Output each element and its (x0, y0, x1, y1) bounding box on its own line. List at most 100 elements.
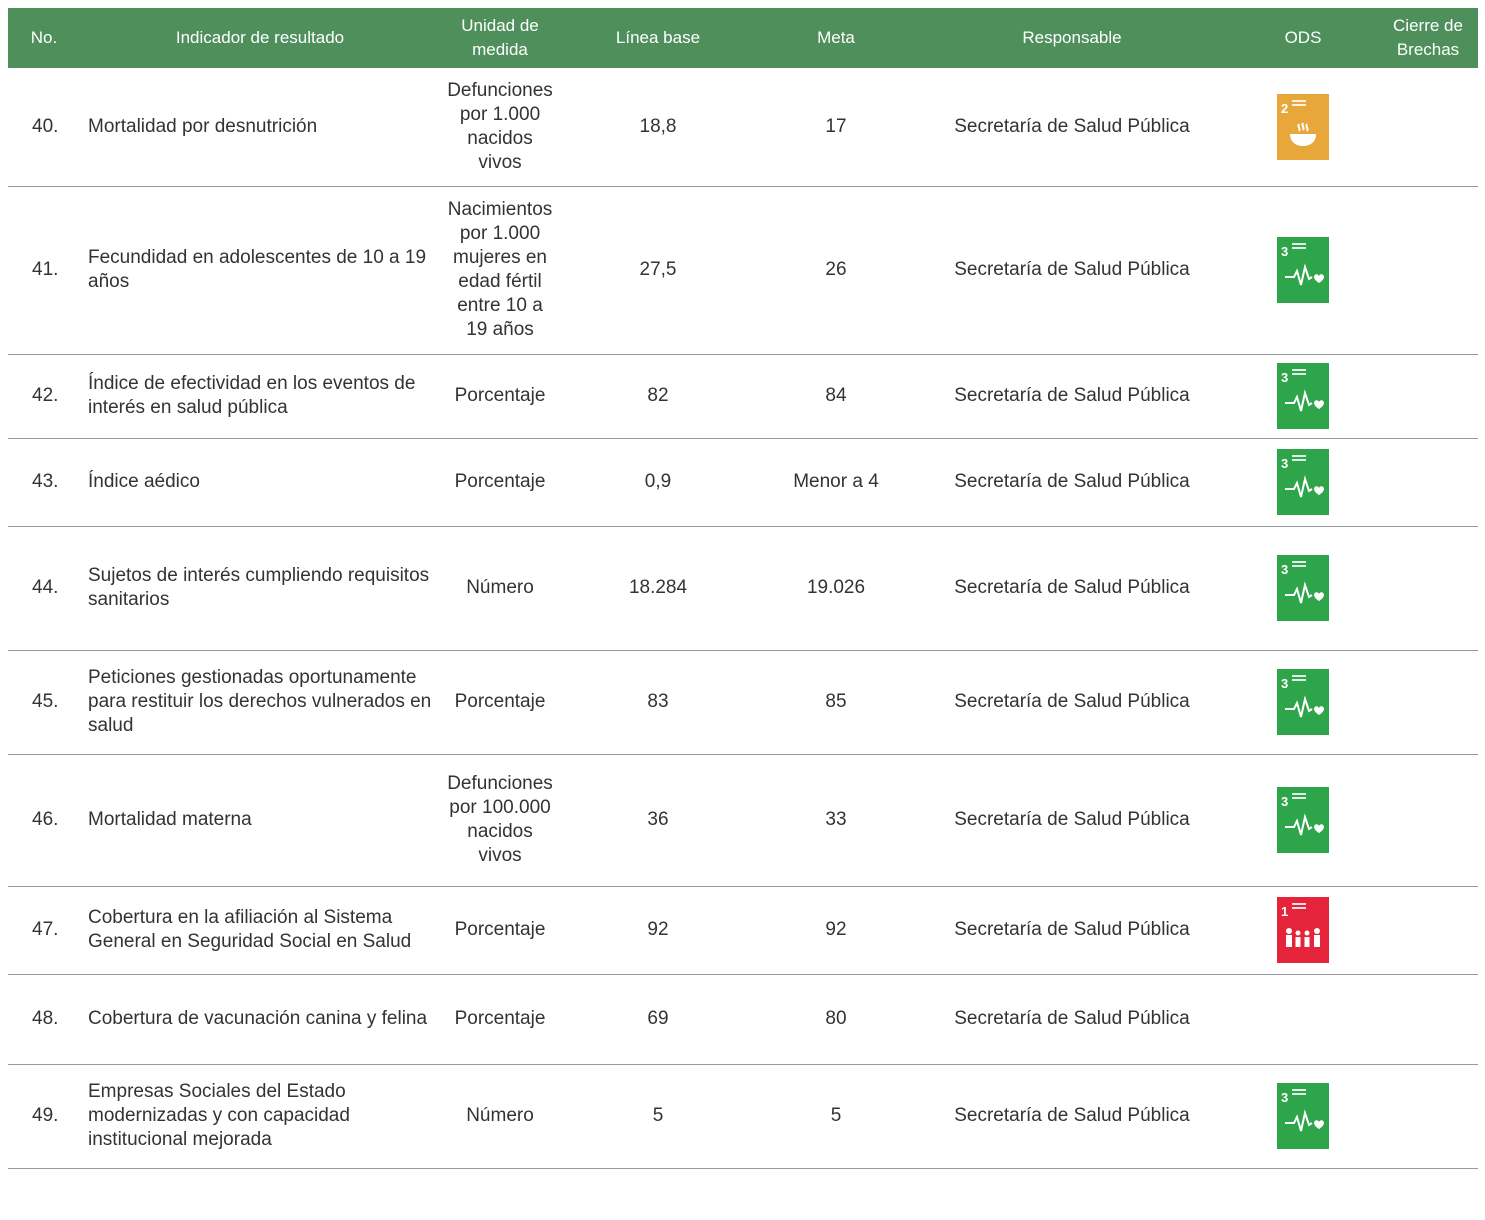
row-responsable: Secretaría de Salud Pública (916, 526, 1228, 651)
row-meta: 33 (756, 754, 916, 887)
row-linea-base: 82 (560, 354, 756, 439)
table-row: 42. Índice de efectividad en los eventos … (8, 354, 1478, 439)
row-cierre (1378, 526, 1478, 651)
row-meta: 80 (756, 974, 916, 1065)
row-indicador: Sujetos de interés cumpliendo requisitos… (80, 526, 440, 651)
ods-badge: 2 (1277, 93, 1329, 160)
row-meta: 26 (756, 186, 916, 355)
table-row: 43. Índice aédico Porcentaje 0,9 Menor a 4 Se… (8, 438, 1478, 527)
row-ods: 3 (1228, 650, 1378, 755)
row-unidad: Nacimientos por 1.000 mujeres en edad fé… (440, 186, 560, 355)
indicators-table: No. Indicador de resultado Unidad de med… (8, 8, 1478, 1169)
table-header-row: No. Indicador de resultado Unidad de med… (8, 8, 1478, 68)
row-meta: 92 (756, 886, 916, 975)
row-meta: 19.026 (756, 526, 916, 651)
header-cierre: Cierre de Brechas (1378, 8, 1478, 68)
ods-badge: 3 (1277, 449, 1329, 515)
row-no: 48. (8, 974, 80, 1065)
row-linea-base: 36 (560, 754, 756, 887)
row-linea-base: 5 (560, 1064, 756, 1169)
row-linea-base: 0,9 (560, 438, 756, 527)
row-unidad: Porcentaje (440, 974, 560, 1065)
row-no: 41. (8, 186, 80, 355)
table-body: 40. Mortalidad por desnutrición Defuncione… (8, 68, 1478, 1169)
row-unidad: Porcentaje (440, 354, 560, 439)
row-responsable: Secretaría de Salud Pública (916, 974, 1228, 1065)
row-linea-base: 18.284 (560, 526, 756, 651)
table-row: 46. Mortalidad materna Defunciones por 100… (8, 754, 1478, 887)
row-no: 40. (8, 68, 80, 187)
row-cierre (1378, 754, 1478, 887)
row-indicador: Índice de efectividad en los eventos de … (80, 354, 440, 439)
row-ods: 3 (1228, 438, 1378, 527)
row-ods: 3 (1228, 754, 1378, 887)
table-row: 48. Cobertura de vacunación canina y feli… (8, 974, 1478, 1065)
table-row: 49. Empresas Sociales del Estado moderniz… (8, 1064, 1478, 1169)
row-responsable: Secretaría de Salud Pública (916, 650, 1228, 755)
table-row: 47. Cobertura en la afiliación al Sistema… (8, 886, 1478, 975)
row-linea-base: 27,5 (560, 186, 756, 355)
ods-badge: 3 (1277, 237, 1329, 303)
header-no: No. (8, 8, 80, 68)
row-meta: 85 (756, 650, 916, 755)
ods-badge: 3 (1277, 555, 1329, 621)
row-cierre (1378, 650, 1478, 755)
row-unidad: Número (440, 1064, 560, 1169)
ods-badge: 1 (1277, 897, 1329, 963)
row-no: 42. (8, 354, 80, 439)
row-indicador: Cobertura de vacunación canina y felina (80, 974, 440, 1065)
row-cierre (1378, 974, 1478, 1065)
row-no: 46. (8, 754, 80, 887)
row-meta: Menor a 4 (756, 438, 916, 527)
row-cierre (1378, 438, 1478, 527)
ods-badge: 3 (1277, 1083, 1329, 1149)
row-responsable: Secretaría de Salud Pública (916, 186, 1228, 355)
row-responsable: Secretaría de Salud Pública (916, 68, 1228, 187)
row-indicador: Peticiones gestionadas oportunamente par… (80, 650, 440, 755)
ods-badge: 3 (1277, 787, 1329, 853)
row-meta: 5 (756, 1064, 916, 1169)
row-unidad: Porcentaje (440, 438, 560, 527)
row-indicador: Cobertura en la afiliación al Sistema Ge… (80, 886, 440, 975)
row-responsable: Secretaría de Salud Pública (916, 886, 1228, 975)
page: No. Indicador de resultado Unidad de med… (0, 0, 1485, 1220)
row-ods (1228, 974, 1378, 1065)
row-cierre (1378, 886, 1478, 975)
row-responsable: Secretaría de Salud Pública (916, 354, 1228, 439)
row-meta: 17 (756, 68, 916, 187)
table-row: 40. Mortalidad por desnutrición Defuncione… (8, 68, 1478, 187)
header-responsable: Responsable (916, 8, 1228, 68)
header-ods: ODS (1228, 8, 1378, 68)
row-cierre (1378, 68, 1478, 187)
row-indicador: Índice aédico (80, 438, 440, 527)
row-ods: 3 (1228, 1064, 1378, 1169)
row-cierre (1378, 186, 1478, 355)
row-responsable: Secretaría de Salud Pública (916, 438, 1228, 527)
header-meta: Meta (756, 8, 916, 68)
row-no: 47. (8, 886, 80, 975)
ods-badge: 3 (1277, 669, 1329, 735)
row-linea-base: 69 (560, 974, 756, 1065)
row-cierre (1378, 1064, 1478, 1169)
row-unidad: Defunciones por 100.000 nacidos vivos (440, 754, 560, 887)
row-meta: 84 (756, 354, 916, 439)
header-indicador: Indicador de resultado (80, 8, 440, 68)
row-linea-base: 92 (560, 886, 756, 975)
row-indicador: Mortalidad materna (80, 754, 440, 887)
ods-badge: 3 (1277, 363, 1329, 429)
row-linea-base: 18,8 (560, 68, 756, 187)
row-indicador: Fecundidad en adolescentes de 10 a 19 añ… (80, 186, 440, 355)
row-ods: 3 (1228, 526, 1378, 651)
row-no: 44. (8, 526, 80, 651)
row-ods: 2 (1228, 68, 1378, 187)
row-responsable: Secretaría de Salud Pública (916, 754, 1228, 887)
table-row: 44. Sujetos de interés cumpliendo requisi… (8, 526, 1478, 651)
row-unidad: Defunciones por 1.000 nacidos vivos (440, 68, 560, 187)
row-unidad: Número (440, 526, 560, 651)
row-unidad: Porcentaje (440, 650, 560, 755)
row-responsable: Secretaría de Salud Pública (916, 1064, 1228, 1169)
row-indicador: Empresas Sociales del Estado modernizada… (80, 1064, 440, 1169)
row-cierre (1378, 354, 1478, 439)
header-linea-base: Línea base (560, 8, 756, 68)
row-no: 45. (8, 650, 80, 755)
